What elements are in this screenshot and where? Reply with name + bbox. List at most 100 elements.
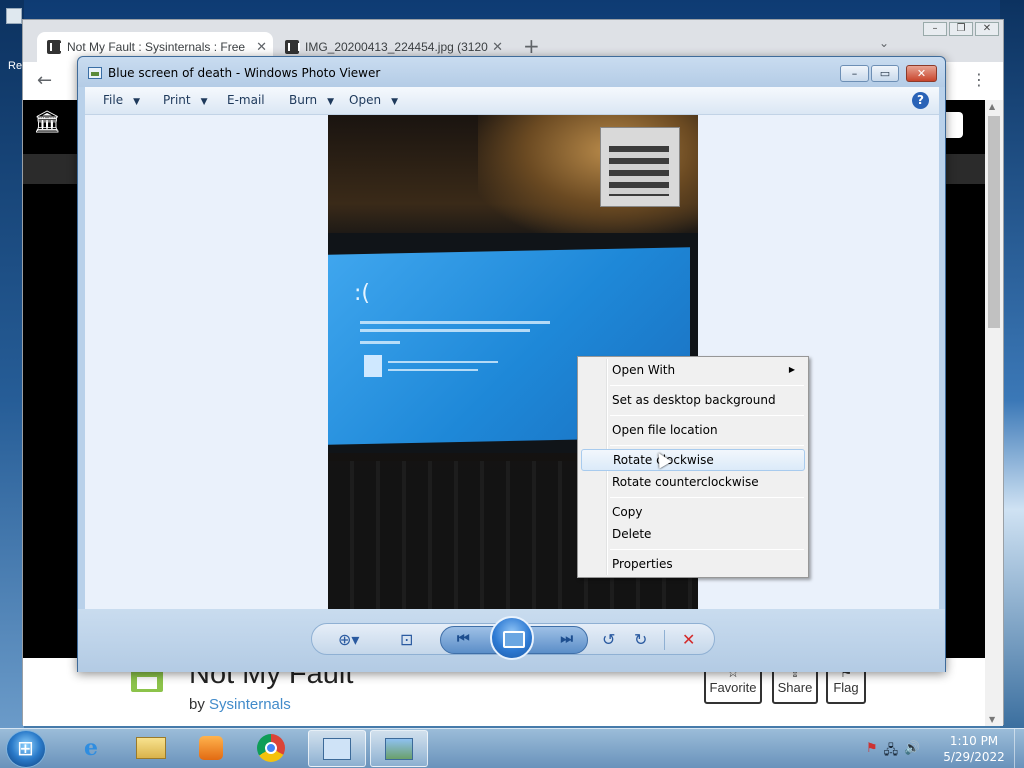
rotate-clockwise-icon[interactable]: ↻ bbox=[634, 630, 647, 649]
taskbar-file-explorer[interactable] bbox=[122, 730, 180, 767]
slideshow-button[interactable] bbox=[490, 616, 534, 660]
network-icon[interactable]: 🖧 bbox=[884, 741, 899, 763]
next-icon[interactable]: ⏭ bbox=[560, 631, 573, 647]
archive-favicon-icon bbox=[285, 40, 300, 54]
context-menu: Open With ▶ Set as desktop background Op… bbox=[577, 356, 809, 578]
photo-viewer-controls-bar: ⊕▾ ⊡ ⏮ ⏭ ↺ ↻ ✕ bbox=[78, 609, 945, 672]
photo-viewer-icon bbox=[385, 738, 413, 760]
clock[interactable]: 1:10 PM 5/29/2022 bbox=[938, 733, 1010, 765]
menu-email-label: E-mail bbox=[227, 93, 265, 107]
author-link[interactable]: Sysinternals bbox=[209, 696, 291, 713]
folder-icon bbox=[136, 737, 166, 759]
photo-viewer-menubar: File ▼ Print ▼ E-mail Burn ▼ Open ▼ ? bbox=[85, 87, 939, 115]
menu-separator bbox=[610, 445, 804, 446]
show-desktop-button[interactable] bbox=[1014, 729, 1024, 768]
menu-item-open-with[interactable]: Open With ▶ bbox=[581, 359, 805, 381]
desktop-wallpaper-left bbox=[0, 0, 24, 728]
menu-item-copy[interactable]: Copy bbox=[581, 501, 805, 523]
previous-icon[interactable]: ⏮ bbox=[457, 631, 470, 647]
menu-burn[interactable]: Burn ▼ bbox=[289, 93, 334, 107]
scroll-down-icon[interactable]: ▼ bbox=[989, 715, 995, 724]
rotate-counterclockwise-icon[interactable]: ↺ bbox=[602, 630, 615, 649]
new-tab-button[interactable]: + bbox=[523, 34, 540, 58]
taskbar-photo-viewer[interactable] bbox=[370, 730, 428, 767]
taskbar-media-player[interactable] bbox=[182, 730, 240, 767]
menu-file[interactable]: File ▼ bbox=[103, 93, 140, 107]
taskbar-chrome[interactable] bbox=[242, 730, 300, 767]
menu-item-delete[interactable]: Delete bbox=[581, 523, 805, 545]
menu-separator bbox=[610, 385, 804, 386]
chevron-down-icon: ▼ bbox=[200, 97, 208, 107]
menu-item-properties[interactable]: Properties bbox=[581, 553, 805, 575]
tab-search-icon[interactable]: ⌄ bbox=[879, 36, 889, 50]
actual-size-icon[interactable]: ⊡ bbox=[400, 630, 413, 649]
start-button[interactable] bbox=[6, 730, 46, 768]
bsod-text-line bbox=[360, 321, 550, 324]
clock-date: 5/29/2022 bbox=[943, 750, 1005, 764]
photo-viewer-app-icon bbox=[88, 67, 102, 79]
back-arrow-icon[interactable]: ← bbox=[37, 70, 52, 91]
minimize-button[interactable]: – bbox=[923, 22, 947, 36]
item-byline: by Sysinternals bbox=[189, 696, 291, 713]
menu-open-label: Open bbox=[349, 93, 382, 107]
menu-separator bbox=[610, 549, 804, 550]
desktop-icon-label[interactable]: Re bbox=[8, 60, 22, 72]
playback-controls: ⊕▾ ⊡ ⏮ ⏭ ↺ ↻ ✕ bbox=[311, 616, 715, 660]
menu-open[interactable]: Open ▼ bbox=[349, 93, 398, 107]
chevron-down-icon: ▼ bbox=[391, 97, 398, 107]
photo-viewer-window: Blue screen of death - Windows Photo Vie… bbox=[77, 56, 946, 672]
controls-divider bbox=[664, 630, 665, 650]
archive-logo-icon[interactable]: 🏛 bbox=[33, 110, 61, 140]
taskbar: e ⚑ 🖧 🔊 1:10 PM 5/29/2022 bbox=[0, 728, 1024, 768]
zoom-icon[interactable]: ⊕▾ bbox=[338, 630, 359, 649]
by-prefix: by bbox=[189, 696, 210, 713]
chrome-icon bbox=[257, 734, 285, 762]
menu-item-rotate-clockwise[interactable]: Rotate clockwise bbox=[581, 449, 805, 471]
shelf-object bbox=[600, 127, 680, 207]
flag-label: Flag bbox=[833, 680, 859, 695]
action-center-flag-icon[interactable]: ⚑ bbox=[866, 741, 878, 763]
photo-viewer-titlebar[interactable]: Blue screen of death - Windows Photo Vie… bbox=[78, 57, 945, 87]
taskbar-control-panel[interactable] bbox=[308, 730, 366, 767]
taskbar-internet-explorer[interactable]: e bbox=[62, 730, 120, 767]
menu-item-set-desktop-background[interactable]: Set as desktop background bbox=[581, 389, 805, 411]
clock-time: 1:10 PM bbox=[949, 734, 999, 748]
sad-face-text: :( bbox=[354, 281, 370, 306]
control-panel-icon bbox=[323, 738, 351, 760]
browser-menu-icon[interactable]: ⋮ bbox=[971, 70, 987, 89]
close-button[interactable]: ✕ bbox=[906, 65, 937, 82]
close-button[interactable]: ✕ bbox=[975, 22, 999, 36]
minimize-button[interactable]: – bbox=[840, 65, 869, 82]
bsod-text-line bbox=[388, 361, 498, 363]
menu-burn-label: Burn bbox=[289, 93, 318, 107]
volume-icon[interactable]: 🔊 bbox=[904, 741, 920, 763]
favorite-label: Favorite bbox=[709, 680, 757, 695]
help-icon[interactable]: ? bbox=[912, 92, 929, 109]
menu-item-rotate-counterclockwise[interactable]: Rotate counterclockwise bbox=[581, 471, 805, 493]
image-canvas[interactable]: :( bbox=[85, 115, 939, 609]
scroll-up-icon[interactable]: ▲ bbox=[989, 102, 995, 111]
system-tray: ⚑ 🖧 🔊 bbox=[866, 741, 920, 763]
scrollbar-thumb[interactable] bbox=[988, 116, 1000, 328]
menu-print[interactable]: Print ▼ bbox=[163, 93, 208, 107]
internet-explorer-icon: e bbox=[84, 735, 98, 761]
window-title: Blue screen of death - Windows Photo Vie… bbox=[108, 66, 381, 80]
menu-item-open-file-location[interactable]: Open file location bbox=[581, 419, 805, 441]
menu-separator bbox=[610, 415, 804, 416]
maximize-button[interactable]: ❐ bbox=[949, 22, 973, 36]
tab-title: IMG_20200413_224454.jpg (3120 bbox=[305, 40, 488, 54]
delete-icon[interactable]: ✕ bbox=[682, 630, 695, 649]
bsod-text-line bbox=[360, 341, 400, 344]
menu-item-label: Open With bbox=[612, 363, 676, 377]
chrome-window-controls: – ❐ ✕ bbox=[923, 22, 999, 36]
recycle-bin-icon[interactable] bbox=[6, 8, 22, 24]
page-scrollbar[interactable]: ▲ ▼ bbox=[985, 100, 1003, 726]
menu-email[interactable]: E-mail bbox=[227, 93, 265, 107]
archive-favicon-icon bbox=[47, 40, 62, 54]
chevron-down-icon: ▼ bbox=[133, 97, 141, 107]
submenu-arrow-icon: ▶ bbox=[788, 365, 795, 374]
menu-file-label: File bbox=[103, 93, 124, 107]
bsod-text-line bbox=[388, 369, 478, 371]
chevron-down-icon: ▼ bbox=[327, 97, 335, 107]
maximize-button[interactable]: ▭ bbox=[871, 65, 899, 82]
